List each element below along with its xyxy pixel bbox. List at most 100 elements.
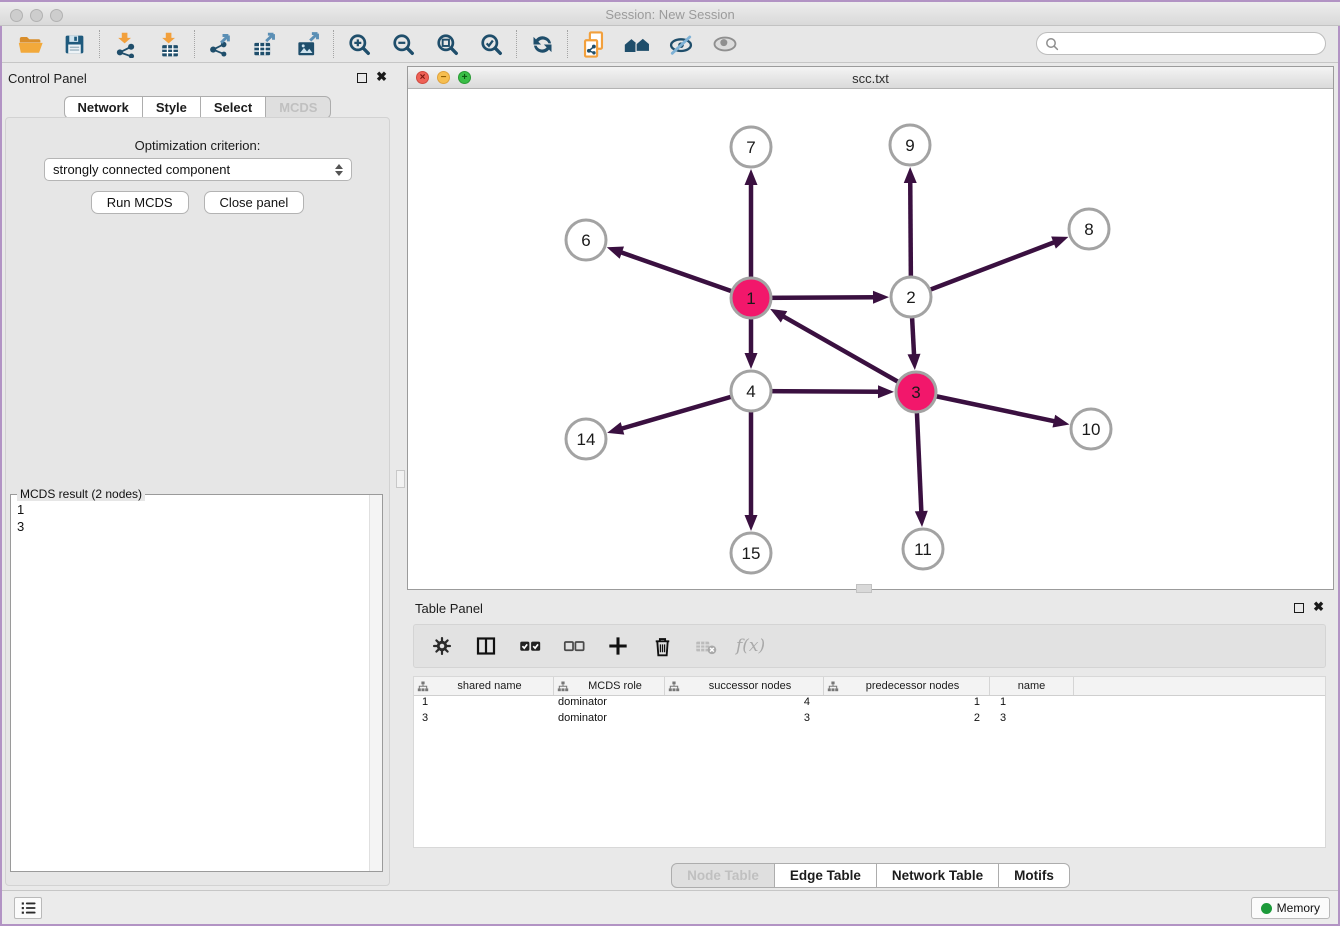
zoom-out-button[interactable] — [381, 28, 425, 60]
function-builder-label: f(x) — [736, 636, 765, 656]
graph-node-label: 10 — [1082, 420, 1101, 439]
export-image-button[interactable] — [286, 28, 330, 60]
import-network-button[interactable] — [103, 28, 147, 60]
table-cell: 1 — [990, 696, 1074, 712]
graph-edge-arrowhead — [1052, 415, 1069, 428]
column-header-predecessor-nodes[interactable]: predecessor nodes — [824, 677, 990, 695]
control-panel-header: Control Panel ✖ — [0, 66, 395, 90]
table-panel-tabs: Node Table Edge Table Network Table Moti… — [407, 863, 1334, 888]
network-window-titlebar[interactable]: × − + scc.txt — [408, 67, 1333, 89]
tab-node-table[interactable]: Node Table — [671, 863, 775, 888]
show-column-panel-button[interactable] — [472, 631, 500, 661]
new-network-from-selection-icon — [579, 30, 608, 59]
graph-edge-arrowhead — [915, 511, 928, 527]
import-network-icon — [112, 31, 139, 58]
vertical-splitter-handle[interactable] — [396, 470, 405, 488]
tab-network[interactable]: Network — [64, 96, 143, 119]
first-neighbors-button[interactable] — [615, 28, 659, 60]
trash-icon — [650, 634, 675, 659]
export-table-button[interactable] — [242, 28, 286, 60]
table-cell: 2 — [824, 712, 990, 728]
show-all-button[interactable] — [703, 28, 747, 60]
float-table-panel-icon[interactable] — [1294, 603, 1304, 613]
column-attribute-icon — [557, 681, 569, 692]
graph-edge-arrowhead — [908, 354, 921, 370]
table-cell: 3 — [990, 712, 1074, 728]
graph-edge-arrowhead — [873, 291, 889, 304]
new-network-from-selection-button[interactable] — [571, 28, 615, 60]
delete-column-button[interactable] — [648, 631, 676, 661]
column-attribute-icon — [827, 681, 839, 692]
hide-selected-button[interactable] — [659, 28, 703, 60]
graph-edge-3-1[interactable] — [781, 315, 916, 392]
tab-motifs[interactable]: Motifs — [999, 863, 1070, 888]
mcds-result-text[interactable]: 1 3 — [11, 497, 368, 871]
table-panel-title: Table Panel — [415, 601, 483, 616]
export-network-button[interactable] — [198, 28, 242, 60]
save-session-button[interactable] — [52, 28, 96, 60]
column-header-MCDS-role[interactable]: MCDS role — [554, 677, 665, 695]
task-history-button[interactable] — [14, 897, 42, 919]
mcds-result-box: MCDS result (2 nodes) 1 3 — [10, 494, 383, 872]
column-header-shared-name[interactable]: shared name — [414, 677, 554, 695]
graph-edge-2-8[interactable] — [911, 241, 1057, 297]
tab-select[interactable]: Select — [201, 96, 266, 119]
table-header-row: shared nameMCDS role successor nodes prede… — [414, 677, 1325, 696]
deselect-all-rows-button[interactable] — [560, 631, 588, 661]
graph-edge-arrowhead — [607, 246, 624, 258]
graph-edge-arrowhead — [745, 353, 758, 369]
tab-mcds[interactable]: MCDS — [266, 96, 331, 119]
memory-button[interactable]: Memory — [1251, 897, 1330, 919]
tab-network-table[interactable]: Network Table — [877, 863, 999, 888]
zoom-out-icon — [390, 31, 417, 58]
float-panel-icon[interactable] — [357, 73, 367, 83]
result-scrollbar[interactable] — [369, 495, 382, 871]
graph-edge-arrowhead — [1051, 236, 1068, 248]
hide-selected-eye-slash-icon — [667, 30, 695, 58]
zoom-in-button[interactable] — [337, 28, 381, 60]
dropdown-selected-value: strongly connected component — [53, 162, 335, 177]
add-column-button[interactable] — [604, 631, 632, 661]
column-header-successor-nodes[interactable]: successor nodes — [665, 677, 824, 695]
close-panel-button[interactable]: Close panel — [204, 191, 305, 214]
graph-edge-3-10[interactable] — [916, 392, 1058, 422]
save-floppy-icon — [62, 32, 87, 57]
graph-node-label: 15 — [742, 544, 761, 563]
network-canvas[interactable]: 7968124314101511 — [408, 89, 1333, 589]
export-network-icon — [207, 31, 234, 58]
memory-label: Memory — [1277, 901, 1320, 915]
table-cell: 3 — [414, 712, 554, 728]
zoom-selected-button[interactable] — [469, 28, 513, 60]
column-header-label: predecessor nodes — [839, 680, 986, 692]
run-mcds-button[interactable]: Run MCDS — [91, 191, 189, 214]
horizontal-splitter-handle[interactable] — [856, 584, 872, 593]
table-row[interactable]: 3dominator323 — [414, 712, 1325, 728]
first-neighbors-houses-icon — [623, 30, 652, 59]
optimization-criterion-dropdown[interactable]: strongly connected component — [44, 158, 352, 181]
table-row[interactable]: 1dominator411 — [414, 696, 1325, 712]
graph-node-label: 6 — [581, 231, 590, 250]
search-field[interactable] — [1036, 32, 1326, 55]
tab-style[interactable]: Style — [143, 96, 201, 119]
close-panel-icon[interactable]: ✖ — [376, 69, 387, 85]
column-header-label: successor nodes — [680, 680, 820, 692]
import-table-button[interactable] — [147, 28, 191, 60]
toolbar-separator — [99, 30, 100, 58]
select-all-rows-button[interactable] — [516, 631, 544, 661]
table-toolbar: f(x) — [413, 624, 1326, 668]
tab-edge-table[interactable]: Edge Table — [775, 863, 877, 888]
toolbar-separator — [516, 30, 517, 58]
search-input[interactable] — [1060, 35, 1325, 53]
delete-table-button — [692, 631, 720, 661]
close-table-panel-icon[interactable]: ✖ — [1313, 599, 1324, 615]
graph-node-label: 2 — [906, 288, 915, 307]
column-header-name[interactable]: name — [990, 677, 1074, 695]
graph-node-label: 3 — [911, 383, 920, 402]
graph-node-label: 7 — [746, 138, 755, 157]
graph-edge-arrowhead — [878, 385, 894, 398]
refresh-button[interactable] — [520, 28, 564, 60]
table-settings-button[interactable] — [428, 631, 456, 661]
zoom-fit-button[interactable] — [425, 28, 469, 60]
open-session-button[interactable] — [8, 28, 52, 60]
gear-icon — [430, 634, 454, 658]
